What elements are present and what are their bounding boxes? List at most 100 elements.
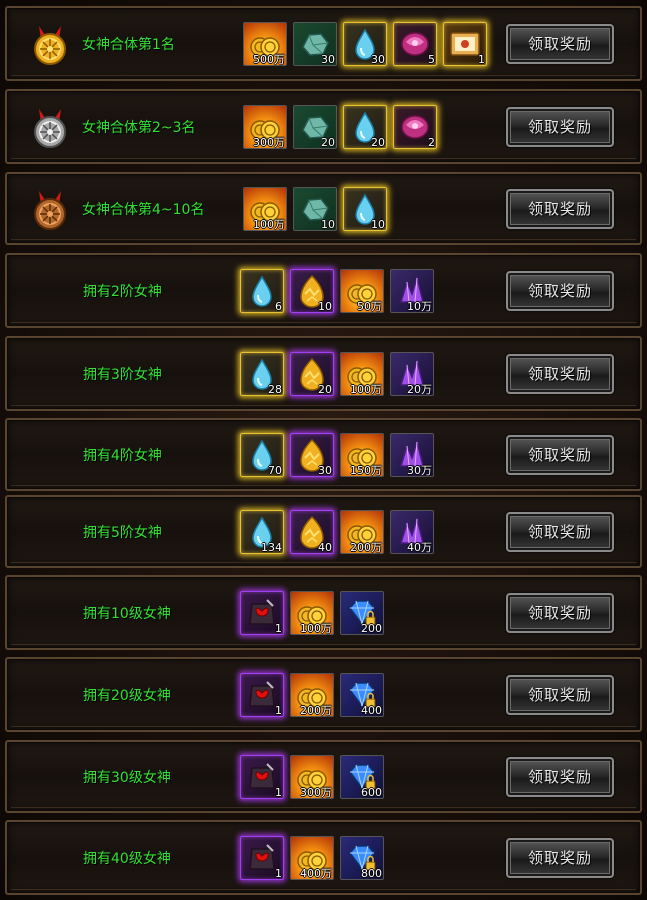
item-quantity: 400万	[300, 866, 332, 880]
reward-items: 1 400万 800	[240, 835, 384, 880]
reward-list: 女神合体第1名 500万 30 30 5 1 领取奖励 女神合体第2~3名 300万 20 20 2 领…	[0, 0, 647, 900]
reward-item-slot[interactable]: 40	[290, 509, 334, 554]
reward-item-slot[interactable]: 300万	[243, 104, 287, 149]
reward-item-slot[interactable]: 28	[240, 351, 284, 396]
item-quantity: 500万	[253, 52, 285, 66]
bronze-medal-icon	[27, 187, 73, 231]
reward-item-slot[interactable]: 400万	[290, 835, 334, 880]
item-quantity: 30	[318, 463, 332, 477]
reward-item-slot[interactable]: 10万	[390, 268, 434, 313]
reward-condition-label: 女神合体第1名	[82, 36, 175, 53]
reward-items: 70 30 150万 30万	[240, 432, 434, 477]
reward-item-slot[interactable]: 1	[240, 754, 284, 799]
reward-items: 1 300万 600	[240, 754, 384, 799]
claim-reward-button[interactable]: 领取奖励	[506, 837, 614, 878]
gold-medal-icon	[27, 22, 73, 66]
reward-item-slot[interactable]: 2	[393, 104, 437, 149]
reward-item-slot[interactable]: 200万	[290, 672, 334, 717]
reward-item-slot[interactable]: 500万	[243, 21, 287, 66]
reward-item-slot[interactable]: 150万	[340, 432, 384, 477]
reward-item-slot[interactable]: 5	[393, 21, 437, 66]
reward-condition-label: 女神合体第2~3名	[82, 119, 196, 136]
reward-item-slot[interactable]: 50万	[340, 268, 384, 313]
reward-item-slot[interactable]: 300万	[290, 754, 334, 799]
reward-items: 300万 20 20 2	[243, 104, 437, 149]
reward-item-slot[interactable]: 20	[290, 351, 334, 396]
reward-item-slot[interactable]: 10	[293, 186, 337, 231]
item-quantity: 100万	[253, 217, 285, 231]
reward-condition-label: 拥有5阶女神	[83, 524, 162, 541]
reward-item-slot[interactable]: 30万	[390, 432, 434, 477]
reward-item-slot[interactable]: 70	[240, 432, 284, 477]
reward-row: 拥有2阶女神 6 10 50万 10万 领取奖励	[5, 253, 642, 328]
reward-row: 拥有4阶女神 70 30 150万 30万 领取奖励	[5, 418, 642, 491]
claim-reward-button[interactable]: 领取奖励	[506, 353, 614, 394]
reward-condition-label: 拥有10级女神	[83, 605, 171, 622]
reward-item-slot[interactable]: 40万	[390, 509, 434, 554]
claim-reward-button[interactable]: 领取奖励	[506, 23, 614, 64]
claim-reward-button[interactable]: 领取奖励	[506, 188, 614, 229]
item-quantity: 1	[275, 785, 282, 799]
item-quantity: 1	[275, 621, 282, 635]
reward-item-slot[interactable]: 30	[290, 432, 334, 477]
reward-item-slot[interactable]: 10	[290, 268, 334, 313]
item-quantity: 100万	[300, 621, 332, 635]
item-quantity: 20万	[407, 382, 432, 396]
reward-condition-label: 女神合体第4~10名	[82, 201, 205, 218]
item-quantity: 2	[428, 135, 435, 149]
reward-item-slot[interactable]: 10	[343, 186, 387, 231]
reward-item-slot[interactable]: 20	[293, 104, 337, 149]
item-quantity: 5	[428, 52, 435, 66]
item-quantity: 1	[478, 52, 485, 66]
reward-item-slot[interactable]: 200	[340, 590, 384, 635]
item-quantity: 30	[371, 52, 385, 66]
item-quantity: 600	[361, 785, 382, 799]
reward-item-slot[interactable]: 1	[240, 835, 284, 880]
item-quantity: 800	[361, 866, 382, 880]
reward-row: 拥有20级女神 1 200万 400 领取奖励	[5, 657, 642, 732]
reward-row: 女神合体第4~10名 100万 10 10 领取奖励	[5, 172, 642, 245]
reward-item-slot[interactable]: 1	[240, 590, 284, 635]
claim-reward-button[interactable]: 领取奖励	[506, 106, 614, 147]
reward-row: 拥有3阶女神 28 20 100万 20万 领取奖励	[5, 336, 642, 411]
reward-item-slot[interactable]: 400	[340, 672, 384, 717]
claim-reward-button[interactable]: 领取奖励	[506, 592, 614, 633]
claim-reward-button[interactable]: 领取奖励	[506, 511, 614, 552]
item-quantity: 6	[275, 299, 282, 313]
item-quantity: 30	[321, 52, 335, 66]
item-quantity: 200万	[300, 703, 332, 717]
item-quantity: 20	[318, 382, 332, 396]
reward-item-slot[interactable]: 200万	[340, 509, 384, 554]
item-quantity: 10	[371, 217, 385, 231]
claim-reward-button[interactable]: 领取奖励	[506, 270, 614, 311]
reward-item-slot[interactable]: 100万	[243, 186, 287, 231]
item-quantity: 10万	[407, 299, 432, 313]
reward-item-slot[interactable]: 1	[443, 21, 487, 66]
item-quantity: 200万	[350, 540, 382, 554]
item-quantity: 20	[371, 135, 385, 149]
reward-item-slot[interactable]: 134	[240, 509, 284, 554]
reward-item-slot[interactable]: 100万	[290, 590, 334, 635]
reward-item-slot[interactable]: 30	[293, 21, 337, 66]
reward-condition-label: 拥有2阶女神	[83, 283, 162, 300]
reward-items: 1 100万 200	[240, 590, 384, 635]
reward-item-slot[interactable]: 1	[240, 672, 284, 717]
reward-item-slot[interactable]: 100万	[340, 351, 384, 396]
claim-reward-button[interactable]: 领取奖励	[506, 674, 614, 715]
claim-reward-button[interactable]: 领取奖励	[506, 434, 614, 475]
item-quantity: 150万	[350, 463, 382, 477]
item-quantity: 40	[318, 540, 332, 554]
reward-item-slot[interactable]: 6	[240, 268, 284, 313]
reward-items: 28 20 100万 20万	[240, 351, 434, 396]
reward-item-slot[interactable]: 800	[340, 835, 384, 880]
reward-item-slot[interactable]: 20	[343, 104, 387, 149]
reward-item-slot[interactable]: 30	[343, 21, 387, 66]
claim-reward-button[interactable]: 领取奖励	[506, 756, 614, 797]
item-quantity: 400	[361, 703, 382, 717]
reward-row: 女神合体第2~3名 300万 20 20 2 领取奖励	[5, 89, 642, 164]
item-quantity: 134	[261, 540, 282, 554]
item-quantity: 50万	[357, 299, 382, 313]
item-quantity: 10	[318, 299, 332, 313]
reward-item-slot[interactable]: 20万	[390, 351, 434, 396]
reward-item-slot[interactable]: 600	[340, 754, 384, 799]
